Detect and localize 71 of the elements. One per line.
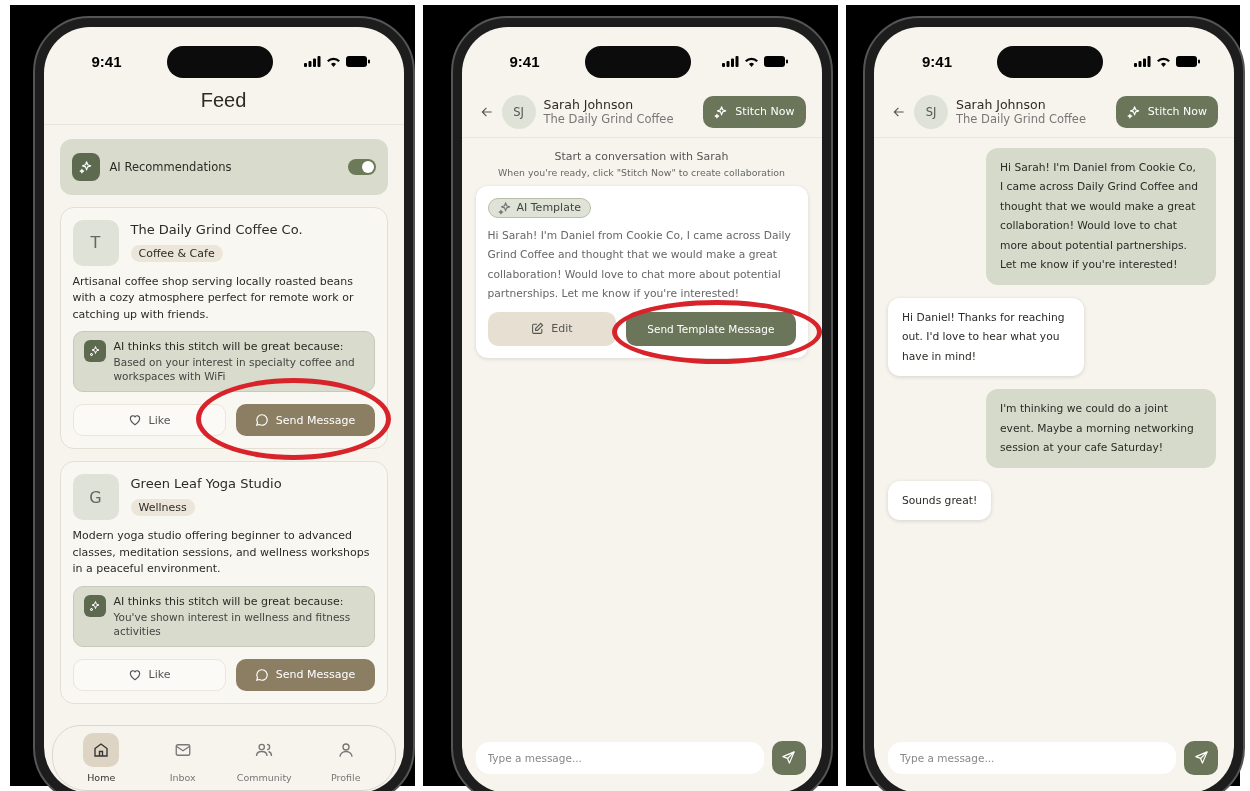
battery-icon (1176, 56, 1200, 67)
signal-icon (1134, 56, 1151, 67)
chat-bubble-icon (254, 413, 269, 427)
sparkle-icon (497, 200, 512, 215)
ai-template-badge: AI Template (487, 197, 591, 218)
contact-name: Sarah Johnson (956, 97, 1047, 112)
business-description: Artisanal coffee shop serving locally roasted beans with a cozy atmosphere perfect for remote work or catching up with friends. (72, 273, 355, 323)
status-time: 9:41 (509, 53, 540, 70)
send-icon (781, 750, 796, 765)
conversation-intro: Start a conversation with Sarah (553, 149, 730, 163)
ai-reason-title: AI thinks this stitch will be great because: (113, 594, 345, 608)
business-avatar: T (72, 219, 119, 266)
template-text: Hi Sarah! I'm Daniel from Cookie Co, I came across Daily Grind Coffee and thought that we would make a great collaboration! Would love to chat more about potential partnerships. Let me know if you're interested! (487, 227, 792, 302)
wifi-icon (1156, 56, 1171, 67)
like-button[interactable]: Like (72, 658, 226, 691)
ai-reason-text: You've shown interest in wellness and fitness activities (113, 609, 352, 638)
nav-tab[interactable]: Inbox (149, 732, 216, 783)
battery-icon (345, 56, 370, 67)
contact-avatar: SJ (501, 94, 536, 129)
nav-tab[interactable]: Profile (312, 732, 379, 783)
toggle-label: AI Recommendations (109, 159, 233, 174)
status-time: 9:41 (91, 53, 122, 70)
sparkle-icon (88, 599, 101, 612)
conversation-hint: When you're ready, click "Stitch Now" to create collaboration (497, 166, 786, 178)
contact-business: The Daily Grind Coffee (956, 112, 1087, 126)
wifi-icon (325, 56, 341, 67)
pencil-icon (531, 322, 545, 335)
stitch-now-button[interactable]: Stitch Now (703, 95, 806, 128)
business-name: Green Leaf Yoga Studio (130, 476, 282, 491)
business-name: The Daily Grind Coffee Co. (130, 221, 303, 237)
chat-bubble-icon (254, 667, 269, 682)
signal-icon (303, 56, 321, 67)
like-button[interactable]: Like (72, 404, 226, 436)
sparkle-icon (88, 345, 101, 357)
send-icon (1193, 750, 1209, 765)
toggle-switch[interactable] (347, 158, 376, 175)
edit-button[interactable]: Edit (487, 311, 617, 346)
nav-tab[interactable]: Home (68, 732, 135, 783)
ai-reason-title: AI thinks this stitch will be great because: (113, 340, 345, 353)
business-description: Modern yoga studio offering beginner to advanced classes, meditation sessions, and wellness workshops in a peaceful environment. (72, 528, 371, 577)
send-message-button[interactable]: Send Message (235, 404, 375, 436)
send-button[interactable] (1184, 740, 1218, 775)
category-tag: Coffee & Cafe (130, 244, 223, 262)
stitch-now-button[interactable]: Stitch Now (1115, 95, 1218, 128)
sent-message: I'm thinking we could do a joint event. Maybe a morning networking session at your cafe Saturday! (986, 389, 1216, 468)
contact-name: Sarah Johnson (543, 97, 635, 112)
sparkle-icon (1126, 104, 1141, 119)
contact-business: The Daily Grind Coffee (543, 112, 675, 126)
contact-avatar: SJ (914, 94, 948, 129)
sparkle-icon (714, 104, 729, 119)
business-avatar: G (72, 474, 119, 520)
received-message: Hi Daniel! Thanks for reaching out. I'd love to hear what you have in mind! (888, 297, 1084, 376)
category-tag: Wellness (130, 499, 195, 516)
message-input[interactable]: Type a message... (475, 741, 764, 774)
ai-reason-text: Based on your interest in specialty coffee and workspaces with WiFi (113, 355, 356, 383)
send-template-button[interactable]: Send Template Message (626, 311, 796, 346)
sent-message: Hi Sarah! I'm Daniel from Cookie Co, I came across Daily Grind Coffee and thought that we would make a great collaboration! Would love to chat more about potential partnerships. Let me know if you're interested! (986, 147, 1216, 285)
battery-icon (763, 56, 788, 67)
received-message: Sounds great! (888, 480, 992, 520)
status-time: 9:41 (922, 53, 953, 70)
send-message-button[interactable]: Send Message (235, 658, 375, 691)
heart-icon (127, 413, 142, 427)
signal-icon (721, 56, 739, 67)
message-input[interactable]: Type a message... (888, 741, 1176, 774)
sparkle-icon (78, 159, 93, 174)
wifi-icon (743, 56, 759, 67)
send-button[interactable] (771, 740, 806, 775)
person-icon (336, 740, 355, 759)
heart-icon (127, 667, 142, 682)
page-title: Feed (43, 88, 404, 125)
nav-tab[interactable]: Community (231, 732, 298, 783)
